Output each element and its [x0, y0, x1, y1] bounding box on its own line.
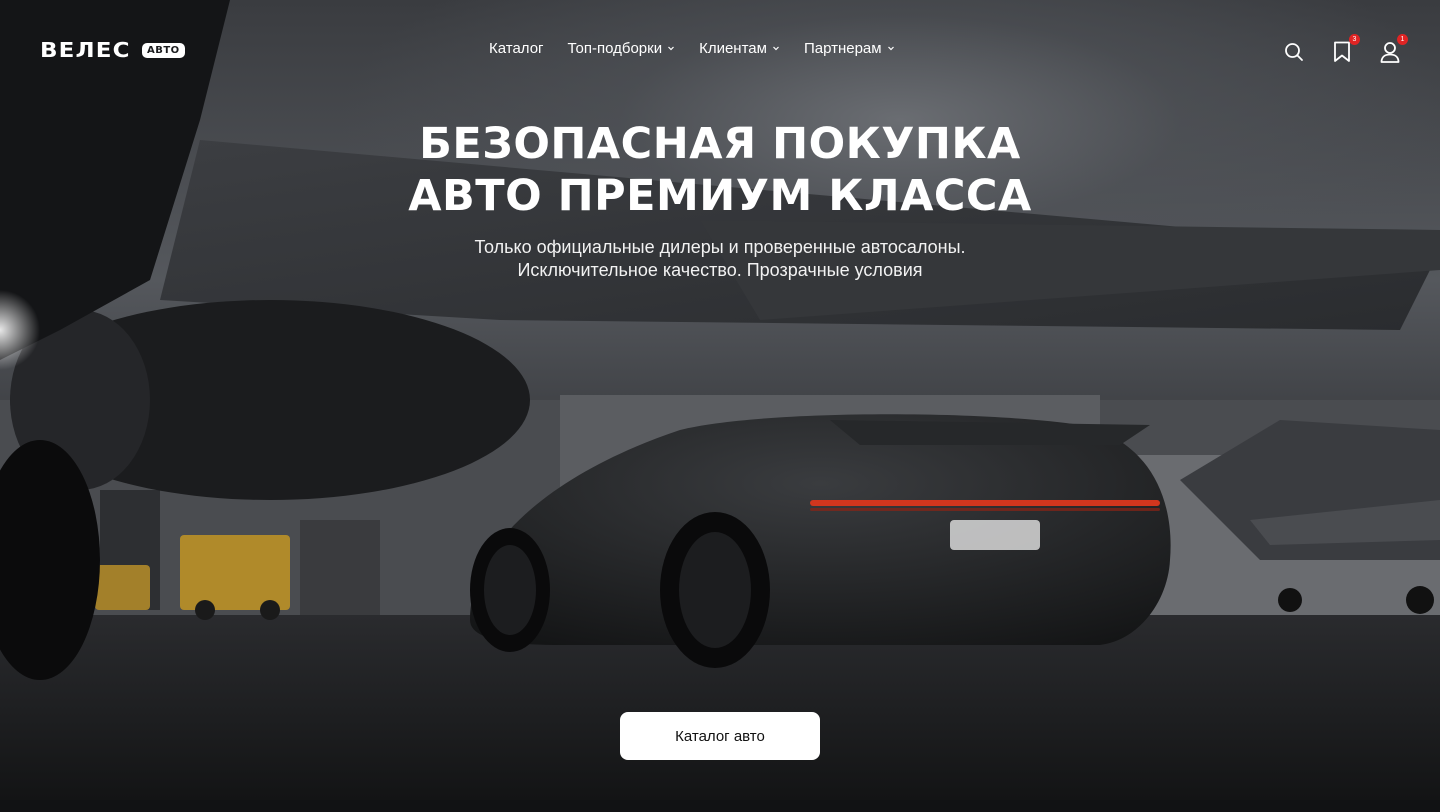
- page-bottom-strip: [0, 800, 1440, 812]
- nav-item-top-selections[interactable]: Топ-подборки: [568, 40, 676, 57]
- search-button[interactable]: [1284, 40, 1304, 64]
- search-icon: [1285, 43, 1303, 61]
- brand-logo[interactable]: ВЕЛЕС АВТО: [40, 38, 185, 62]
- nav-item-partners[interactable]: Партнерам: [804, 40, 895, 57]
- hero-title-line-1: БЕЗОПАСНАЯ ПОКУПКА: [419, 119, 1021, 169]
- hero-banner: ВЕЛЕС АВТО Каталог Топ-подборки Клиентам…: [0, 0, 1440, 800]
- user-icon: [1380, 42, 1400, 63]
- hero-subtitle: Только официальные дилеры и проверенные …: [0, 236, 1440, 282]
- hero-subtitle-line-2: Исключительное качество. Прозрачные усло…: [517, 260, 923, 280]
- chevron-down-icon: [773, 46, 779, 51]
- catalog-cta-button[interactable]: Каталог авто: [620, 712, 820, 760]
- nav-item-catalog[interactable]: Каталог: [489, 40, 544, 57]
- header-actions: 3 1: [1284, 34, 1408, 64]
- hero-subtitle-line-1: Только официальные дилеры и проверенные …: [474, 237, 966, 257]
- profile-button[interactable]: 1: [1380, 34, 1408, 64]
- chevron-down-icon: [887, 46, 894, 51]
- bookmarks-count-badge: 3: [1349, 34, 1360, 45]
- bookmark-icon: [1334, 41, 1350, 62]
- nav-item-label: Клиентам: [699, 39, 767, 57]
- nav-item-label: Топ-подборки: [567, 39, 663, 57]
- chevron-down-icon: [668, 46, 675, 51]
- main-nav: Каталог Топ-подборки Клиентам Партнерам: [489, 38, 895, 58]
- brand-name: ВЕЛЕС: [40, 38, 131, 62]
- hero-title: БЕЗОПАСНАЯ ПОКУПКА АВТО ПРЕМИУМ КЛАССА: [0, 118, 1440, 222]
- hero-title-line-2: АВТО ПРЕМИУМ КЛАССА: [408, 171, 1032, 221]
- bookmarks-button[interactable]: 3: [1332, 34, 1360, 64]
- nav-item-label: Партнерам: [803, 39, 882, 57]
- profile-count-badge: 1: [1397, 34, 1408, 45]
- nav-item-clients[interactable]: Клиентам: [699, 40, 780, 57]
- nav-item-label: Каталог: [489, 39, 544, 57]
